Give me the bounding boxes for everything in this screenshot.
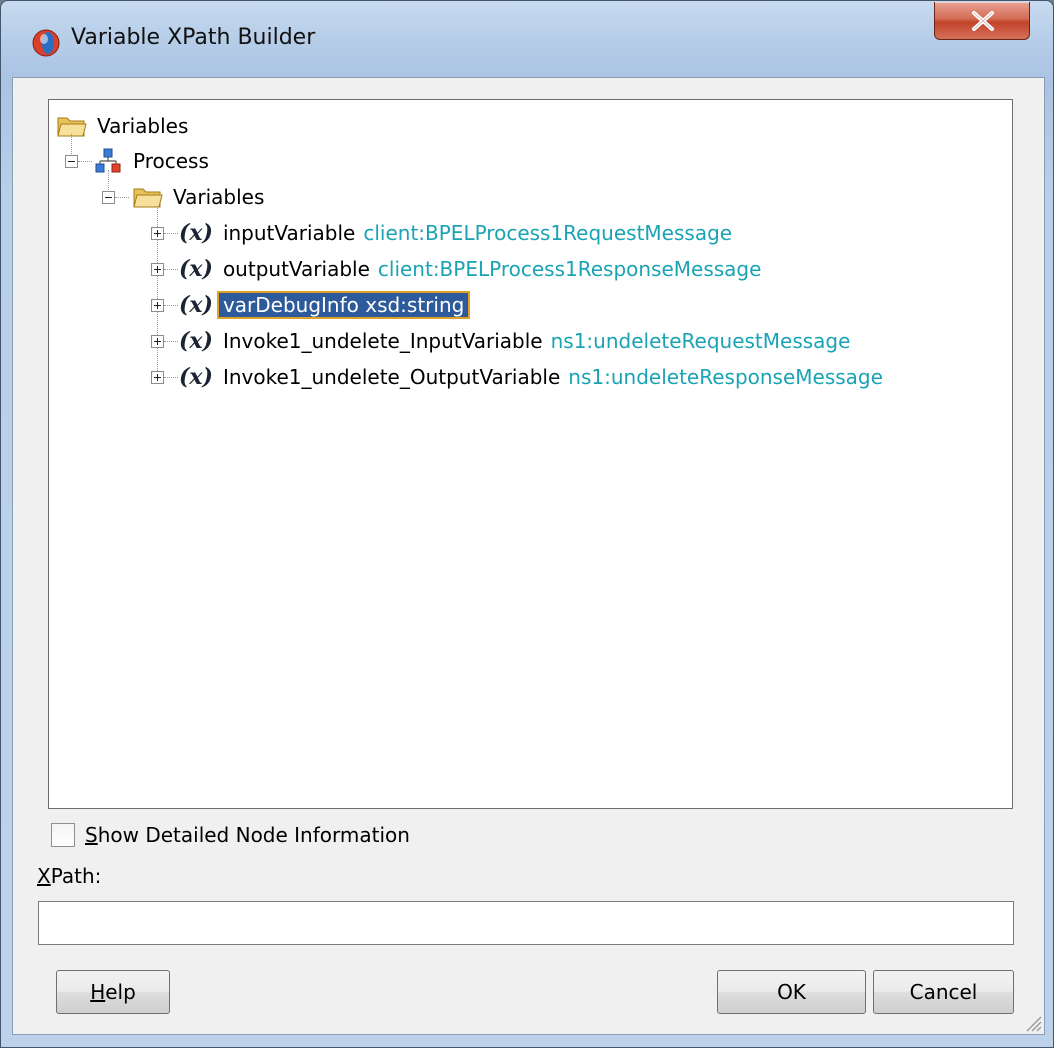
variable-type: xsd:string xyxy=(365,293,465,317)
mnemonic-char: H xyxy=(90,980,106,1004)
show-detailed-node-info-checkbox[interactable] xyxy=(51,823,75,847)
selected-variable-label: varDebugInfo xsd:string xyxy=(216,291,471,319)
tree-node-label: Variables xyxy=(97,114,189,138)
expand-toggle[interactable] xyxy=(151,263,164,276)
tree-connector xyxy=(78,161,92,162)
variable-name: outputVariable xyxy=(222,257,370,281)
expand-toggle[interactable] xyxy=(151,335,164,348)
variable-type: ns1:undeleteResponseMessage xyxy=(568,365,883,389)
tree-connector xyxy=(164,305,178,306)
title-bar[interactable]: Variable XPath Builder xyxy=(1,1,1053,77)
xpath-input[interactable] xyxy=(38,901,1014,945)
tree-connector xyxy=(115,197,129,198)
tree-connector xyxy=(164,341,178,342)
variable-icon: (x) xyxy=(179,328,213,354)
tree-connector xyxy=(164,377,178,378)
cancel-button[interactable]: Cancel xyxy=(873,970,1014,1014)
collapse-toggle[interactable] xyxy=(65,155,78,168)
tree-node-variable[interactable]: (x) Invoke1_undelete_InputVariable ns1:u… xyxy=(179,325,850,357)
variable-name: inputVariable xyxy=(222,221,356,245)
mnemonic-char: S xyxy=(85,823,98,847)
mnemonic-char: X xyxy=(37,864,51,888)
expand-toggle[interactable] xyxy=(151,371,164,384)
oracle-app-icon xyxy=(32,29,60,57)
variable-icon: (x) xyxy=(179,256,213,282)
expand-toggle[interactable] xyxy=(151,227,164,240)
tree-connector xyxy=(71,134,72,156)
tree-connector xyxy=(164,269,178,270)
tree-connector xyxy=(164,233,178,234)
tree-node-label: Process xyxy=(133,149,209,173)
resize-grip-icon[interactable] xyxy=(1022,1012,1042,1032)
folder-open-icon xyxy=(57,117,87,137)
xpath-label: XPath: xyxy=(37,864,101,888)
button-label-rest: elp xyxy=(105,980,136,1004)
collapse-toggle[interactable] xyxy=(102,191,115,204)
tree-node-variables[interactable]: Variables xyxy=(133,181,264,213)
variable-tree[interactable]: Variables Process Variables (x) inputVar… xyxy=(48,99,1013,809)
variable-name: varDebugInfo xyxy=(222,293,359,317)
tree-node-variable[interactable]: (x) inputVariable client:BPELProcess1Req… xyxy=(179,217,732,249)
variable-type: client:BPELProcess1RequestMessage xyxy=(363,221,733,245)
variable-type: ns1:undeleteRequestMessage xyxy=(550,329,851,353)
tree-node-label: Variables xyxy=(173,185,265,209)
tree-connector xyxy=(108,170,109,192)
help-button[interactable]: Help xyxy=(56,970,170,1014)
expand-toggle[interactable] xyxy=(151,299,164,312)
show-detailed-node-info-option[interactable]: Show Detailed Node Information xyxy=(51,820,410,850)
close-button[interactable] xyxy=(934,2,1030,40)
variable-icon: (x) xyxy=(179,220,213,246)
dialog-body: Variables Process Variables (x) inputVar… xyxy=(12,77,1045,1035)
show-detailed-node-info-label: Show Detailed Node Information xyxy=(85,823,410,847)
ok-button[interactable]: OK xyxy=(717,970,866,1014)
variable-icon: (x) xyxy=(179,364,213,390)
variable-icon: (x) xyxy=(179,292,213,318)
tree-node-process[interactable]: Process xyxy=(95,145,209,177)
tree-node-variable[interactable]: (x) Invoke1_undelete_OutputVariable ns1:… xyxy=(179,361,883,393)
variable-type: client:BPELProcess1ResponseMessage xyxy=(377,257,762,281)
window-title: Variable XPath Builder xyxy=(71,25,316,50)
label-rest: how Detailed Node Information xyxy=(97,823,410,847)
tree-node-variable-selected[interactable]: (x) varDebugInfo xsd:string xyxy=(179,289,471,321)
variable-name: Invoke1_undelete_InputVariable xyxy=(222,329,543,353)
tree-node-root-variables[interactable]: Variables xyxy=(57,110,188,142)
folder-open-icon xyxy=(133,188,163,208)
close-icon xyxy=(972,11,994,31)
variable-name: Invoke1_undelete_OutputVariable xyxy=(222,365,561,389)
label-rest: Path: xyxy=(50,864,102,888)
tree-node-variable[interactable]: (x) outputVariable client:BPELProcess1Re… xyxy=(179,253,761,285)
dialog-window: Variable XPath Builder Variables Process… xyxy=(0,0,1054,1048)
